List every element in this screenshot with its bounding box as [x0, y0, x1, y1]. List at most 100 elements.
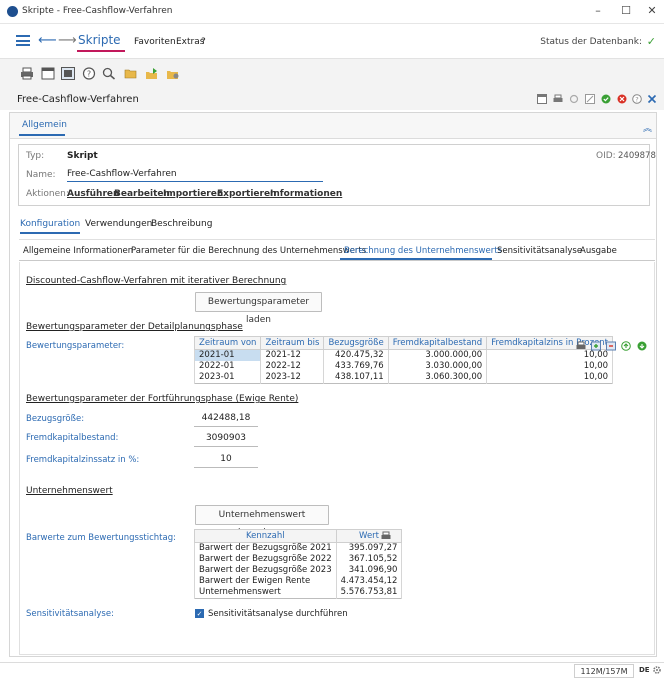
- search-icon[interactable]: [102, 67, 116, 80]
- cell[interactable]: 2021-12: [260, 349, 325, 361]
- print-icon[interactable]: [576, 341, 586, 351]
- svg-text:?: ?: [87, 70, 91, 79]
- window-icon[interactable]: [537, 94, 547, 104]
- table-row[interactable]: 2021-01 2021-12 420.475,32 3.000.000,00 …: [193, 349, 614, 361]
- cell[interactable]: 395.097,27: [335, 542, 403, 554]
- cell[interactable]: 2021-01: [193, 349, 262, 361]
- hamburger-menu-icon[interactable]: [16, 35, 30, 46]
- cell[interactable]: 4.473.454,12: [335, 576, 403, 587]
- action-informationen[interactable]: Informationen: [270, 189, 342, 199]
- language-indicator[interactable]: DE: [639, 666, 650, 674]
- table-row[interactable]: Barwert der Bezugsgröße 2023 341.096,90: [194, 565, 403, 576]
- cell[interactable]: Barwert der Bezugsgröße 2021: [194, 542, 337, 554]
- move-up-icon[interactable]: [621, 341, 631, 351]
- tab-allgemeine-informationen[interactable]: Allgemeine Informationen: [23, 246, 133, 256]
- cell[interactable]: 420.475,32: [323, 349, 389, 361]
- tab-allgemein[interactable]: Allgemein: [22, 120, 67, 130]
- settings-icon[interactable]: [166, 67, 180, 80]
- back-arrow-icon[interactable]: ⟵: [38, 33, 57, 48]
- parameter-table[interactable]: Zeitraum von Zeitraum bis Bezugsgröße Fr…: [193, 336, 614, 384]
- cell[interactable]: 3.030.000,00: [387, 361, 488, 372]
- tab-verwendungen[interactable]: Verwendungen: [85, 219, 152, 229]
- cell[interactable]: 2023-01: [193, 372, 262, 384]
- refresh-icon[interactable]: [569, 94, 579, 104]
- action-bearbeiten[interactable]: Bearbeiten: [114, 189, 170, 199]
- cell[interactable]: 2022-01: [193, 361, 262, 372]
- sensitivity-checkbox[interactable]: ✓: [195, 609, 204, 618]
- tab-ausgabe[interactable]: Ausgabe: [580, 246, 617, 256]
- menu-skripte[interactable]: Skripte: [78, 33, 121, 47]
- bezugsgroesse-input[interactable]: 442488,18: [194, 411, 258, 427]
- cell[interactable]: Unternehmenswert: [194, 587, 337, 599]
- tab-berechnung[interactable]: Berechnung des Unternehmenswerts: [344, 246, 502, 256]
- settings-gear-icon[interactable]: [652, 665, 662, 675]
- print-icon[interactable]: [381, 531, 391, 541]
- col-zeitraum-bis[interactable]: Zeitraum bis: [260, 336, 325, 350]
- forward-arrow-icon[interactable]: ⟶: [58, 33, 77, 48]
- print-icon[interactable]: [20, 67, 34, 80]
- tab-beschreibung[interactable]: Beschreibung: [151, 219, 212, 229]
- action-exportieren[interactable]: Exportieren: [217, 189, 276, 199]
- name-input[interactable]: Free-Cashflow-Verfahren: [67, 168, 323, 182]
- load-parameters-button[interactable]: Bewertungsparameter laden: [195, 292, 322, 325]
- col-zeitraum-von[interactable]: Zeitraum von: [193, 336, 262, 350]
- fremdkapitalzins-input[interactable]: 10: [194, 452, 258, 468]
- table-row[interactable]: Barwert der Ewigen Rente 4.473.454,12: [194, 576, 403, 587]
- add-row-icon[interactable]: [591, 341, 601, 351]
- cell[interactable]: 5.576.753,81: [335, 587, 403, 599]
- tab-sensitivitaetsanalyse[interactable]: Sensitivitätsanalyse: [497, 246, 582, 256]
- cell[interactable]: Barwert der Bezugsgröße 2023: [194, 565, 337, 576]
- col-bezugsgroesse[interactable]: Bezugsgröße: [323, 336, 389, 350]
- panel-icon[interactable]: [61, 67, 75, 80]
- cell[interactable]: 367.105,52: [335, 554, 403, 565]
- maximize-button[interactable]: ☐: [616, 3, 636, 19]
- action-importieren[interactable]: Importieren: [163, 189, 223, 199]
- table-row[interactable]: Barwert der Bezugsgröße 2022 367.105,52: [194, 554, 403, 565]
- close-icon[interactable]: [647, 94, 657, 104]
- cell[interactable]: 2023-12: [260, 372, 325, 384]
- cell[interactable]: 3.000.000,00: [387, 349, 488, 361]
- folder-open-icon[interactable]: [124, 67, 138, 80]
- memory-indicator[interactable]: 112M/157M: [574, 664, 634, 678]
- move-down-icon[interactable]: [637, 341, 647, 351]
- window-icon[interactable]: [41, 67, 55, 80]
- collapse-chevron-up-icon[interactable]: ︽: [643, 121, 652, 134]
- fremdkapitalbestand-input[interactable]: 3090903: [194, 431, 258, 447]
- cell[interactable]: 2022-12: [260, 361, 325, 372]
- print-icon[interactable]: [553, 94, 563, 104]
- minimize-button[interactable]: –: [588, 3, 608, 19]
- ok-icon[interactable]: [601, 94, 611, 104]
- close-window-button[interactable]: ✕: [642, 3, 662, 19]
- col-fremdkapitalbestand[interactable]: Fremdkapitalbestand: [387, 336, 488, 350]
- menu-help[interactable]: ?: [201, 37, 206, 47]
- cancel-icon[interactable]: [617, 94, 627, 104]
- sensitivity-checkbox-label[interactable]: Sensitivitätsanalyse durchführen: [208, 609, 348, 619]
- table-row[interactable]: 2023-01 2023-12 438.107,11 3.060.300,00 …: [193, 372, 614, 384]
- cell[interactable]: 433.769,76: [323, 361, 389, 372]
- cell[interactable]: 10,00: [486, 361, 614, 372]
- cell[interactable]: 341.096,90: [335, 565, 403, 576]
- col-wert[interactable]: Wert: [335, 529, 403, 543]
- cell[interactable]: Barwert der Bezugsgröße 2022: [194, 554, 337, 565]
- status-ok-icon: ✓: [646, 35, 656, 48]
- tab-konfiguration[interactable]: Konfiguration: [20, 219, 80, 229]
- action-ausfuehren[interactable]: Ausführen: [67, 189, 119, 199]
- cell[interactable]: 3.060.300,00: [387, 372, 488, 384]
- export-icon[interactable]: [145, 67, 159, 80]
- calculate-button[interactable]: Unternehmenswert berechnen: [195, 505, 329, 538]
- cell[interactable]: 438.107,11: [323, 372, 389, 384]
- edit-icon[interactable]: [585, 94, 595, 104]
- col-kennzahl[interactable]: Kennzahl: [194, 529, 337, 543]
- delete-row-icon[interactable]: [606, 341, 616, 351]
- table-row[interactable]: 2022-01 2022-12 433.769,76 3.030.000,00 …: [193, 361, 614, 372]
- cell[interactable]: 10,00: [486, 372, 614, 384]
- help-icon[interactable]: ?: [82, 67, 96, 80]
- help-icon[interactable]: ?: [632, 94, 642, 104]
- menu-favoriten[interactable]: Favoriten: [134, 37, 176, 47]
- cell[interactable]: 10,00: [486, 349, 614, 361]
- table-row[interactable]: Unternehmenswert 5.576.753,81: [194, 587, 403, 599]
- cell[interactable]: Barwert der Ewigen Rente: [194, 576, 337, 587]
- table-row[interactable]: Barwert der Bezugsgröße 2021 395.097,27: [194, 542, 403, 554]
- barwerte-table[interactable]: Kennzahl Wert Barwert der Bezugsgröße 20…: [194, 529, 403, 599]
- tab-parameter[interactable]: Parameter für die Berechnung des Unterne…: [131, 246, 366, 256]
